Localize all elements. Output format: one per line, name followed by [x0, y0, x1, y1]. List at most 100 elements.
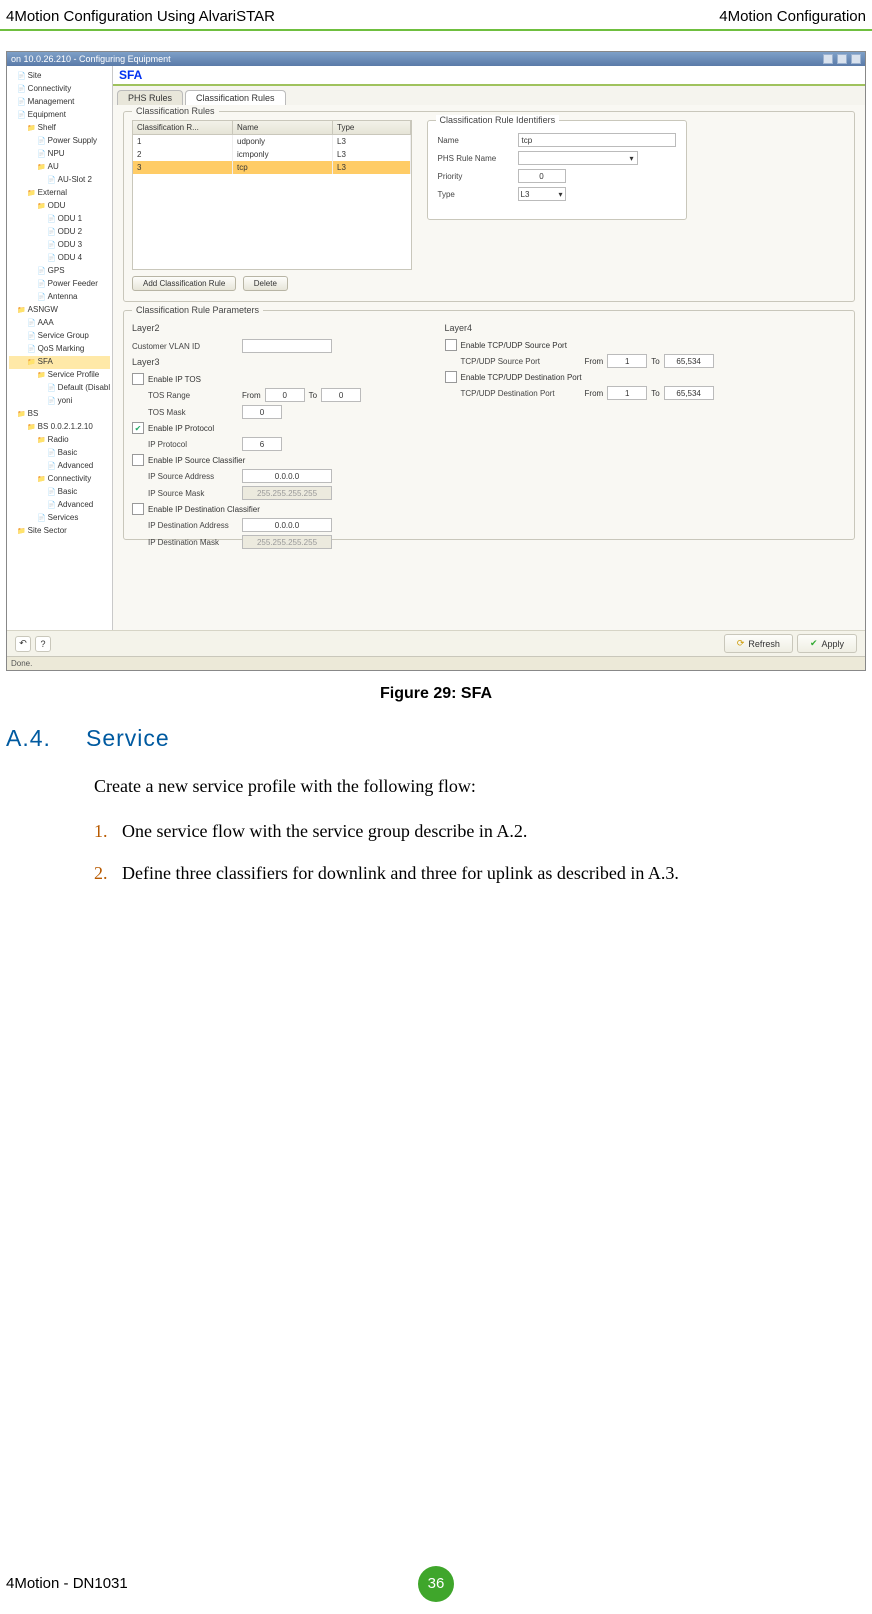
name-label: Name	[438, 136, 518, 145]
tree-item[interactable]: Power Supply	[9, 135, 110, 148]
enable-tcpudp-destination-port-label: Enable TCP/UDP Destination Port	[461, 373, 582, 382]
tos-from-input[interactable]: 0	[265, 388, 305, 402]
enable-ip-protocol-label: Enable IP Protocol	[148, 424, 214, 433]
tree-item[interactable]: Equipment	[9, 109, 110, 122]
source-port-to-input[interactable]: 65,534	[664, 354, 714, 368]
tree-item[interactable]: Radio	[9, 434, 110, 447]
params-title: Classification Rule Parameters	[132, 305, 263, 315]
tree-item[interactable]: ODU	[9, 200, 110, 213]
maximize-icon[interactable]	[837, 54, 847, 64]
type-combo[interactable]: L3▾	[518, 187, 566, 201]
phs-rule-combo[interactable]: ▾	[518, 151, 638, 165]
refresh-button[interactable]: ⟳Refresh	[724, 634, 793, 653]
tree-item[interactable]: yoni	[9, 395, 110, 408]
tree-item[interactable]: Shelf	[9, 122, 110, 135]
table-row[interactable]: 1udponlyL3	[133, 135, 411, 148]
sfa-heading: SFA	[119, 68, 142, 82]
tree-item[interactable]: Default (Disabl	[9, 382, 110, 395]
list-item: 1.One service flow with the service grou…	[94, 815, 854, 847]
help-icon[interactable]: ?	[35, 636, 51, 652]
table-row[interactable]: 2icmponlyL3	[133, 148, 411, 161]
enable-ip-destination-label: Enable IP Destination Classifier	[148, 505, 260, 514]
tree-item[interactable]: Service Profile	[9, 369, 110, 382]
window-title-bar: on 10.0.26.210 - Configuring Equipment	[7, 52, 865, 66]
tree-item[interactable]: QoS Marking	[9, 343, 110, 356]
tree-item[interactable]: ODU 2	[9, 226, 110, 239]
tree-item[interactable]: Connectivity	[9, 83, 110, 96]
dest-port-from-input[interactable]: 1	[607, 386, 647, 400]
classification-rules-group: Classification Rules Classification R...…	[123, 111, 855, 302]
tree-item[interactable]: Antenna	[9, 291, 110, 304]
dest-port-to-input[interactable]: 65,534	[664, 386, 714, 400]
source-port-from-input[interactable]: 1	[607, 354, 647, 368]
tree-item[interactable]: Services	[9, 512, 110, 525]
tree-item[interactable]: ODU 1	[9, 213, 110, 226]
tree-item[interactable]: Advanced	[9, 499, 110, 512]
tree-item[interactable]: BS	[9, 408, 110, 421]
classification-table[interactable]: Classification R... Name Type 1udponlyL3…	[132, 120, 412, 270]
tree-item[interactable]: Basic	[9, 486, 110, 499]
tree-item[interactable]: NPU	[9, 148, 110, 161]
footer-doc-id: 4Motion - DN1031	[6, 1575, 128, 1592]
tree-item[interactable]: Connectivity	[9, 473, 110, 486]
apply-button[interactable]: ✔Apply	[797, 634, 857, 653]
tab-classification-rules[interactable]: Classification Rules	[185, 90, 286, 105]
ip-destination-address-label: IP Destination Address	[132, 521, 242, 530]
minimize-icon[interactable]	[823, 54, 833, 64]
customer-vlan-input[interactable]	[242, 339, 332, 353]
figure-caption: Figure 29: SFA	[6, 685, 866, 703]
enable-ip-destination-checkbox[interactable]	[132, 503, 144, 515]
numbered-list: 1.One service flow with the service grou…	[94, 815, 854, 890]
tree-item[interactable]: Site	[9, 70, 110, 83]
tree-item[interactable]: Site Sector	[9, 525, 110, 538]
page-footer: 4Motion - DN1031 36	[6, 1575, 866, 1592]
tree-item[interactable]: Management	[9, 96, 110, 109]
tos-to-input[interactable]: 0	[321, 388, 361, 402]
enable-tcpudp-destination-port-checkbox[interactable]	[445, 371, 457, 383]
tree-item[interactable]: Advanced	[9, 460, 110, 473]
tree-item[interactable]: Service Group	[9, 330, 110, 343]
col-type[interactable]: Type	[333, 121, 411, 134]
nav-tree[interactable]: SiteConnectivityManagementEquipmentShelf…	[7, 66, 113, 670]
list-item: 2.Define three classifiers for downlink …	[94, 857, 854, 889]
tree-item[interactable]: External	[9, 187, 110, 200]
back-icon[interactable]: ↶	[15, 636, 31, 652]
customer-vlan-label: Customer VLAN ID	[132, 342, 242, 351]
tree-item[interactable]: SFA	[9, 356, 110, 369]
tree-item[interactable]: Power Feeder	[9, 278, 110, 291]
close-icon[interactable]	[851, 54, 861, 64]
section-heading: A.4. Service	[6, 725, 866, 752]
tcpudp-source-port-label: TCP/UDP Source Port	[445, 357, 585, 366]
tree-item[interactable]: BS 0.0.2.1.2.10	[9, 421, 110, 434]
tree-item[interactable]: Basic	[9, 447, 110, 460]
name-input[interactable]: tcp	[518, 133, 676, 147]
tree-item[interactable]: ASNGW	[9, 304, 110, 317]
enable-ip-tos-checkbox[interactable]	[132, 373, 144, 385]
col-name[interactable]: Name	[233, 121, 333, 134]
tree-item[interactable]: AAA	[9, 317, 110, 330]
col-classification-r[interactable]: Classification R...	[133, 121, 233, 134]
table-row[interactable]: 3tcpL3	[133, 161, 411, 174]
ip-source-mask-input[interactable]: 255.255.255.255	[242, 486, 332, 500]
tab-phs-rules[interactable]: PHS Rules	[117, 90, 183, 105]
add-classification-rule-button[interactable]: Add Classification Rule	[132, 276, 236, 291]
tos-mask-input[interactable]: 0	[242, 405, 282, 419]
tree-item[interactable]: ODU 4	[9, 252, 110, 265]
enable-ip-protocol-checkbox[interactable]: ✔	[132, 422, 144, 434]
ip-source-address-input[interactable]: 0.0.0.0	[242, 469, 332, 483]
priority-input[interactable]: 0	[518, 169, 566, 183]
enable-tcpudp-source-port-label: Enable TCP/UDP Source Port	[461, 341, 567, 350]
status-bar: Done.	[7, 656, 865, 670]
to-label: To	[309, 391, 317, 400]
tree-item[interactable]: ODU 3	[9, 239, 110, 252]
tree-item[interactable]: AU-Slot 2	[9, 174, 110, 187]
tree-item[interactable]: AU	[9, 161, 110, 174]
enable-tcpudp-source-port-checkbox[interactable]	[445, 339, 457, 351]
ip-destination-address-input[interactable]: 0.0.0.0	[242, 518, 332, 532]
delete-button[interactable]: Delete	[243, 276, 288, 291]
tree-item[interactable]: GPS	[9, 265, 110, 278]
from-label-2: From	[585, 357, 604, 366]
ip-protocol-input[interactable]: 6	[242, 437, 282, 451]
ip-destination-mask-input[interactable]: 255.255.255.255	[242, 535, 332, 549]
enable-ip-source-checkbox[interactable]	[132, 454, 144, 466]
